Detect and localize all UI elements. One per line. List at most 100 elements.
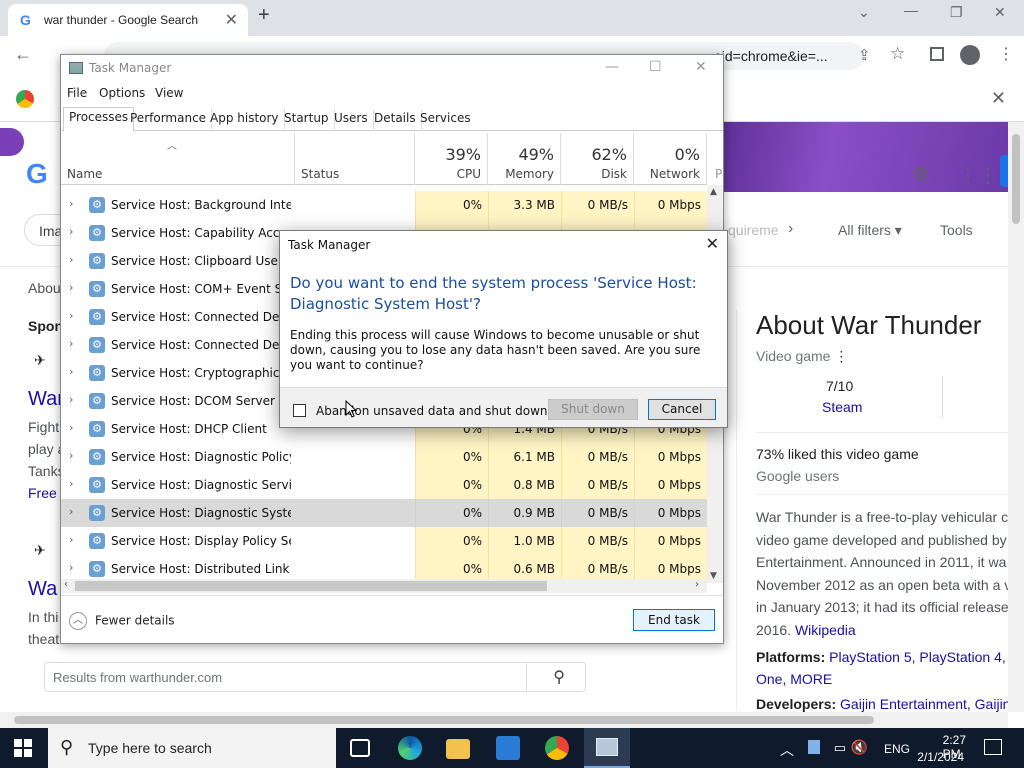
tab-performance[interactable]: Performance [125,109,213,131]
restore-browser-icon[interactable]: ❐ [950,4,963,21]
expand-chevron-icon[interactable]: › [69,225,73,238]
search-icon[interactable]: ⚲ [553,667,565,687]
maximize-icon[interactable]: ☐ [649,59,662,75]
expand-chevron-icon[interactable]: › [69,393,73,406]
column-name[interactable]: ︿ Name [61,133,295,185]
apps-grid-icon[interactable]: ⋮⋮ [958,163,998,188]
scroll-left-icon[interactable]: ‹ [64,579,68,590]
expand-chevron-icon[interactable]: › [69,477,73,490]
abandon-data-checkbox[interactable] [293,404,306,417]
chevron-right-icon[interactable]: › [788,220,793,238]
site-search-box[interactable]: Results from warthunder.com ⚲ [44,662,586,692]
scroll-right-icon[interactable]: › [695,579,699,590]
minimize-browser-icon[interactable]: — [904,2,918,18]
taskbar-search-box[interactable]: ⚲ Type here to search [48,728,336,768]
expand-chevron-icon[interactable]: › [69,561,73,574]
close-icon[interactable]: ✕ [695,59,707,75]
tab-processes[interactable]: Processes [63,107,135,132]
more-options-icon[interactable]: ⋮ [834,348,848,364]
requirements-chip[interactable]: quireme [728,222,779,238]
platforms-value[interactable]: PlayStation 5, PlayStation 4, [829,649,1006,665]
expand-chevron-icon[interactable]: › [69,421,73,434]
expand-chevron-icon[interactable]: › [69,533,73,546]
task-manager-taskbar-button[interactable] [584,728,630,768]
new-tab-icon[interactable]: + [258,4,270,27]
result-link-1[interactable]: War [28,388,64,411]
menu-view[interactable]: View [155,86,183,100]
developers-value[interactable]: Gaijin Entertainment, Gaijin [840,696,1008,712]
expand-chevron-icon[interactable]: › [69,449,73,462]
tab-services[interactable]: Services [415,109,476,131]
wikipedia-link[interactable]: Wikipedia [795,622,856,638]
column-power-fragment[interactable]: P [715,167,722,181]
task-view-icon[interactable] [350,739,370,757]
close-tab-icon[interactable]: ✕ [225,10,238,30]
tab-users[interactable]: Users [329,109,374,131]
language-indicator[interactable]: ENG [884,742,910,756]
tab-app-history[interactable]: App history [205,109,285,131]
side-panel-icon[interactable] [930,47,944,61]
expand-chevron-icon[interactable]: › [69,365,73,378]
column-network[interactable]: 0% Network [634,133,707,185]
google-logo[interactable]: G [26,158,48,190]
tools-button[interactable]: Tools [940,222,973,238]
task-manager-titlebar[interactable]: Task Manager — ☐ ✕ [61,55,723,83]
menu-file[interactable]: File [67,86,87,100]
chrome-taskbar-icon[interactable] [545,736,569,760]
bookmark-star-icon[interactable]: ☆ [890,44,905,64]
page-vertical-scrollbar[interactable] [1008,122,1024,712]
shut-down-button[interactable]: Shut down [548,399,638,420]
process-row[interactable]: › ⚙ Service Host: Diagnostic System... 0% 0.… [61,499,707,527]
expand-chevron-icon[interactable]: › [69,197,73,210]
process-list-horizontal-scrollbar[interactable]: ‹ › [61,579,707,593]
chrome-menu-icon[interactable]: ⋮ [998,44,1014,64]
share-icon[interactable]: ⇪ [858,46,871,64]
free-link[interactable]: Free [28,485,57,501]
result-link-2[interactable]: Wa [28,578,57,601]
scroll-thumb[interactable] [1012,134,1020,224]
notifications-icon[interactable] [984,739,1002,755]
close-banner-icon[interactable]: ✕ [991,88,1006,109]
settings-gear-icon[interactable]: ⚙ [912,162,930,187]
process-row[interactable]: › ⚙ Service Host: Diagnostic Service... 0% 0… [61,471,707,499]
browser-tab[interactable]: G war thunder - Google Search ✕ [8,4,248,36]
page-horizontal-scrollbar[interactable] [0,712,1008,728]
process-row[interactable]: › ⚙ Service Host: Diagnostic Policy ... 0% 6… [61,443,707,471]
scroll-thumb[interactable] [14,716,874,724]
column-status[interactable]: Status [295,133,415,185]
column-disk[interactable]: 62% Disk [561,133,634,185]
tray-app-icon[interactable] [808,740,820,754]
scroll-thumb[interactable] [75,581,547,591]
column-memory[interactable]: 49% Memory [488,133,561,185]
process-row[interactable]: › ⚙ Service Host: Background Intelli... 0% 3… [61,191,707,219]
expand-chevron-icon[interactable]: › [69,281,73,294]
expand-chevron-icon[interactable]: › [69,309,73,322]
network-icon[interactable]: ▭ [834,740,846,756]
cancel-button[interactable]: Cancel [648,399,716,420]
fewer-details-button[interactable]: ︿ Fewer details [69,612,175,630]
platforms-more[interactable]: One, MORE [756,668,1008,690]
edge-browser-icon[interactable] [398,736,422,760]
rating-source-link[interactable]: Steam [822,399,862,415]
end-task-button[interactable]: End task [633,609,715,631]
column-cpu[interactable]: 39% CPU [415,133,488,185]
back-arrow-icon[interactable]: ← [14,44,32,65]
clock-date[interactable]: 2/1/2024 [917,750,964,764]
close-browser-icon[interactable]: ✕ [994,4,1006,21]
expand-chevron-icon[interactable]: › [69,337,73,350]
volume-muted-icon[interactable]: 🔇 [851,739,868,756]
close-icon[interactable]: ✕ [706,234,719,253]
tab-details[interactable]: Details [369,109,422,131]
show-hidden-icons-chevron-icon[interactable]: ︿ [780,740,794,760]
tab-startup[interactable]: Startup [279,109,335,131]
profile-avatar-icon[interactable] [960,45,980,65]
expand-chevron-icon[interactable]: › [69,505,73,518]
minimize-icon[interactable]: — [605,59,619,75]
windows-start-icon[interactable] [14,739,32,757]
file-explorer-icon[interactable] [446,739,470,759]
process-row[interactable]: › ⚙ Service Host: Display Policy Serv... 0%… [61,527,707,555]
expand-chevron-icon[interactable]: › [69,253,73,266]
all-filters-button[interactable]: All filters ▾ [838,222,902,239]
tab-search-chevron-icon[interactable]: ⌄ [858,4,870,21]
menu-options[interactable]: Options [99,86,145,100]
